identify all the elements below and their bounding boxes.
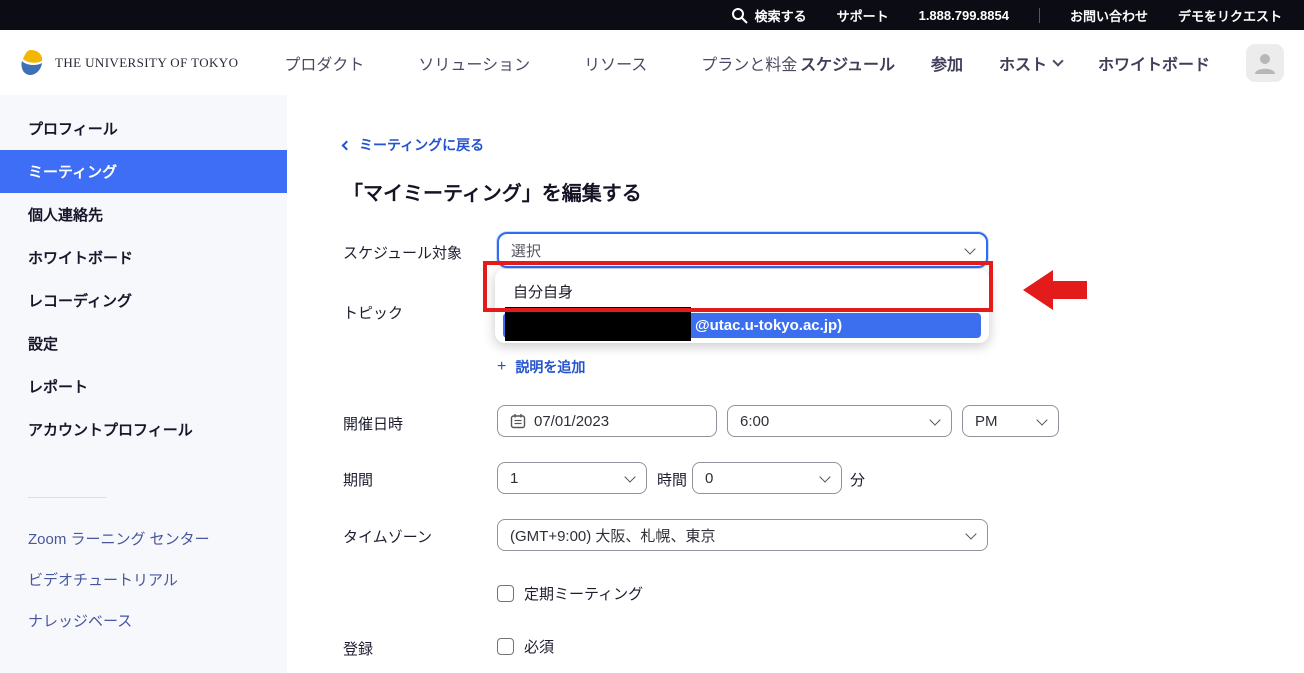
sidebar-item-reports[interactable]: レポート xyxy=(0,365,287,408)
recurring-meeting-label: 定期ミーティング xyxy=(524,583,643,604)
chevron-left-icon xyxy=(342,140,352,150)
topic-label: トピック xyxy=(343,302,403,323)
datetime-label: 開催日時 xyxy=(343,413,403,434)
registration-required-label: 必須 xyxy=(524,636,554,657)
annotation-red-box xyxy=(483,261,993,312)
nav-schedule[interactable]: スケジュール xyxy=(800,51,895,75)
registration-required-row: 必須 xyxy=(497,636,554,657)
support-link[interactable]: サポート xyxy=(837,6,889,25)
main-navbar: THE UNIVERSITY OF TOKYO プロダクト ソリューション リソ… xyxy=(0,30,1304,95)
chevron-down-icon xyxy=(964,243,975,254)
nav-right: スケジュール 参加 ホスト ホワイトボード xyxy=(800,44,1284,82)
recurring-meeting-checkbox[interactable] xyxy=(497,585,514,602)
sidebar-item-recordings[interactable]: レコーディング xyxy=(0,279,287,322)
ginkgo-leaf-icon xyxy=(14,47,46,79)
page-title: 「マイミーティング」を編集する xyxy=(343,177,642,206)
search-link[interactable]: 検索する xyxy=(731,6,807,25)
contact-link[interactable]: お問い合わせ xyxy=(1070,6,1148,25)
sidebar-item-personal-contacts[interactable]: 個人連絡先 xyxy=(0,193,287,236)
sidebar-item-settings[interactable]: 設定 xyxy=(0,322,287,365)
nav-whiteboard[interactable]: ホワイトボード xyxy=(1098,51,1210,75)
chevron-down-icon xyxy=(965,528,976,539)
user-icon xyxy=(1252,50,1278,76)
avatar[interactable] xyxy=(1246,44,1284,82)
calendar-icon xyxy=(510,413,526,429)
nav-products[interactable]: プロダクト xyxy=(284,51,364,75)
minutes-unit-label: 分 xyxy=(850,469,865,490)
registration-required-checkbox[interactable] xyxy=(497,638,514,655)
topbar-divider xyxy=(1039,8,1040,23)
registration-label: 登録 xyxy=(343,638,373,659)
top-utility-bar: 検索する サポート 1.888.799.8854 お問い合わせ デモをリクエスト xyxy=(0,0,1304,30)
chevron-down-icon xyxy=(624,471,635,482)
ampm-select[interactable]: PM xyxy=(962,405,1059,437)
plus-icon: + xyxy=(497,358,506,376)
hours-unit-label: 時間 xyxy=(657,469,687,490)
sidebar-item-profile[interactable]: プロフィール xyxy=(0,107,287,150)
nav-links: プロダクト ソリューション リソース プランと料金 xyxy=(284,51,797,75)
phone-number[interactable]: 1.888.799.8854 xyxy=(919,8,1009,23)
zoom-web-portal: 検索する サポート 1.888.799.8854 お問い合わせ デモをリクエスト… xyxy=(0,0,1304,673)
chevron-down-icon xyxy=(1036,414,1047,425)
sidebar-item-whiteboard[interactable]: ホワイトボード xyxy=(0,236,287,279)
nav-solutions[interactable]: ソリューション xyxy=(418,51,530,75)
dropdown-option-user-email[interactable]: @utac.u-tokyo.ac.jp) xyxy=(503,313,981,338)
sidebar: プロフィール ミーティング 個人連絡先 ホワイトボード レコーディング 設定 レ… xyxy=(0,95,287,673)
recurring-meeting-row: 定期ミーティング xyxy=(497,583,643,604)
chevron-down-icon xyxy=(819,471,830,482)
time-select[interactable]: 6:00 xyxy=(727,405,952,437)
nav-plans-pricing[interactable]: プランと料金 xyxy=(701,51,797,75)
search-icon xyxy=(731,7,748,24)
date-input[interactable]: 07/01/2023 xyxy=(497,405,717,437)
timezone-label: タイムゾーン xyxy=(343,526,432,547)
chevron-down-icon xyxy=(1052,55,1063,66)
nav-host[interactable]: ホスト xyxy=(999,51,1062,75)
chevron-down-icon xyxy=(929,414,940,425)
sidebar-link-knowledge-base[interactable]: ナレッジベース xyxy=(0,600,287,641)
university-of-tokyo-logo[interactable]: THE UNIVERSITY OF TOKYO xyxy=(14,47,238,79)
sidebar-divider xyxy=(28,497,106,498)
logo-text: THE UNIVERSITY OF TOKYO xyxy=(55,55,238,71)
sidebar-link-video-tutorials[interactable]: ビデオチュートリアル xyxy=(0,559,287,600)
timezone-select[interactable]: (GMT+9:00) 大阪、札幌、東京 xyxy=(497,519,988,551)
annotation-red-arrow-icon xyxy=(1023,267,1087,313)
search-label: 検索する xyxy=(755,6,807,25)
main-content: ミーティングに戻る 「マイミーティング」を編集する スケジュール対象 選択 自分… xyxy=(287,95,1304,673)
sidebar-link-learning-center[interactable]: Zoom ラーニング センター xyxy=(0,518,287,559)
sidebar-item-meetings[interactable]: ミーティング xyxy=(0,150,287,193)
redaction-box xyxy=(505,307,691,341)
nav-join[interactable]: 参加 xyxy=(931,51,963,75)
sidebar-item-account-profile[interactable]: アカウントプロフィール xyxy=(0,408,287,451)
add-description-link[interactable]: + 説明を追加 xyxy=(497,357,585,377)
back-to-meetings-link[interactable]: ミーティングに戻る xyxy=(343,135,484,155)
duration-minutes-select[interactable]: 0 xyxy=(692,462,842,494)
duration-label: 期間 xyxy=(343,469,373,490)
request-demo-link[interactable]: デモをリクエスト xyxy=(1178,6,1282,25)
schedule-for-label: スケジュール対象 xyxy=(343,242,462,263)
duration-hours-select[interactable]: 1 xyxy=(497,462,647,494)
email-text: @utac.u-tokyo.ac.jp) xyxy=(695,317,842,334)
nav-resources[interactable]: リソース xyxy=(584,51,647,75)
